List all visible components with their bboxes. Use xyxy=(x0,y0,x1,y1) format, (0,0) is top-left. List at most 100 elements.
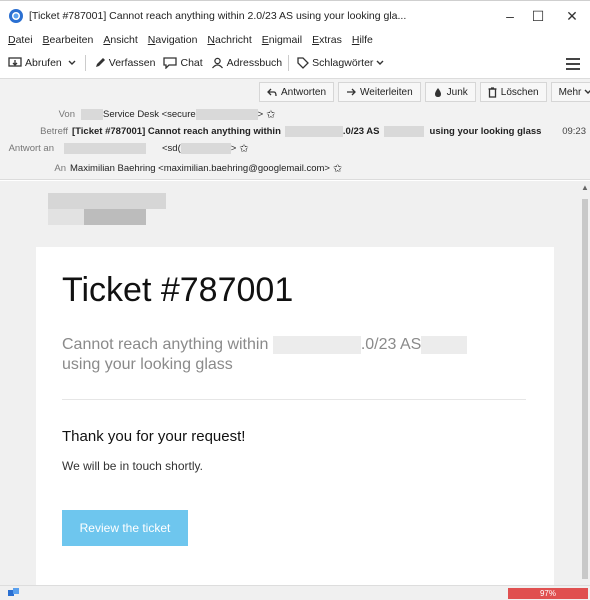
chat-icon xyxy=(163,57,178,69)
from-row: Von Service Desk <secure > ✩ xyxy=(0,107,275,121)
menu-bearbeiten[interactable]: Bearbeiten xyxy=(43,34,94,46)
replyto-value[interactable]: <sd( xyxy=(162,143,181,154)
from-label: Von xyxy=(58,108,75,120)
email-card: Ticket #787001 Cannot reach anything wit… xyxy=(36,247,554,585)
connection-icon xyxy=(8,588,19,596)
divider xyxy=(62,399,526,400)
to-row: An Maximilian Baehring <maximilian.baehr… xyxy=(0,161,342,175)
main-toolbar: Abrufen Verfassen Chat Adressbuch Schlag… xyxy=(0,52,590,74)
ticket-subject: Cannot reach anything within .0/23 AS us… xyxy=(62,335,522,375)
reply-label: Antworten xyxy=(281,86,327,98)
menu-datei[interactable]: Datei xyxy=(8,34,33,46)
ticket-title: Ticket #787001 xyxy=(62,271,294,309)
menu-extras[interactable]: Extras xyxy=(312,34,342,46)
chevron-down-icon xyxy=(376,60,384,65)
trash-icon xyxy=(488,86,497,98)
redacted-text xyxy=(272,335,361,354)
thanks-heading: Thank you for your request! xyxy=(62,428,246,445)
to-value[interactable]: Maximilian Baehring <maximilian.baehring… xyxy=(70,163,330,174)
app-menu-button[interactable] xyxy=(566,55,580,73)
redacted-text xyxy=(421,335,468,354)
toolbar-divider xyxy=(84,55,86,71)
redacted-text xyxy=(81,108,103,120)
pencil-icon xyxy=(95,58,105,67)
logo-part xyxy=(84,209,146,225)
download-icon xyxy=(8,57,22,67)
message-actions: Antworten Weiterleiten Junk Löschen Mehr xyxy=(255,82,590,102)
abrufen-dropdown[interactable] xyxy=(68,60,79,66)
subject-text-3: using your looking glass xyxy=(429,125,542,137)
review-ticket-button[interactable]: Review the ticket xyxy=(62,510,188,546)
verfassen-button[interactable]: Verfassen xyxy=(94,57,156,69)
replyto-label: Antwort an xyxy=(8,142,54,154)
subject-text: [Ticket #787001] Cannot reach anything w… xyxy=(72,125,281,137)
star-icon[interactable]: ✩ xyxy=(266,108,275,121)
hamburger-line xyxy=(566,68,580,70)
toolbar-divider xyxy=(288,55,290,71)
subject-part: .0/23 AS xyxy=(360,336,422,353)
chat-label: Chat xyxy=(180,57,203,69)
redacted-text xyxy=(284,125,343,137)
thunderbird-icon xyxy=(9,8,23,23)
menu-nachricht[interactable]: Nachricht xyxy=(207,34,251,46)
abrufen-label: Abrufen xyxy=(25,57,62,69)
logo-part xyxy=(48,193,166,209)
redacted-text xyxy=(383,125,424,137)
schlagwoerter-button[interactable]: Schlagwörter xyxy=(297,57,387,69)
message-header: Antworten Weiterleiten Junk Löschen Mehr… xyxy=(0,78,590,180)
menu-ansicht[interactable]: Ansicht xyxy=(103,34,137,46)
subject-row: Betreff [Ticket #787001] Cannot reach an… xyxy=(0,124,590,138)
subject-part: using your looking glass xyxy=(62,356,233,373)
to-label: An xyxy=(54,162,66,174)
window-title: [Ticket #787001] Cannot reach anything w… xyxy=(29,9,407,22)
reply-button[interactable]: Antworten xyxy=(259,82,335,102)
subject-part: Cannot reach anything within xyxy=(62,336,269,353)
scroll-up-icon[interactable]: ▲ xyxy=(581,183,589,192)
adressbuch-label: Adressbuch xyxy=(226,57,283,69)
junk-icon xyxy=(434,87,441,97)
verfassen-label: Verfassen xyxy=(108,57,156,69)
schlagwoerter-label: Schlagwörter xyxy=(312,57,374,69)
forward-button[interactable]: Weiterleiten xyxy=(338,82,421,102)
status-bar: 97% xyxy=(0,585,590,600)
close-button[interactable]: ✕ xyxy=(554,1,590,31)
scroll-thumb[interactable] xyxy=(582,199,588,579)
chevron-down-icon xyxy=(584,89,590,94)
maximize-button[interactable]: ☐ xyxy=(520,1,556,31)
from-value[interactable]: Service Desk <secure xyxy=(103,109,196,120)
progress-bar: 97% xyxy=(508,588,588,599)
chevron-down-icon xyxy=(68,60,76,65)
tag-icon xyxy=(297,57,310,69)
more-label: Mehr xyxy=(558,86,582,98)
menu-bar: Datei Bearbeiten Ansicht Navigation Nach… xyxy=(0,30,590,50)
replyto-value-end: > xyxy=(230,142,237,154)
hamburger-line xyxy=(566,63,580,65)
contacts-icon xyxy=(211,57,223,69)
reply-icon xyxy=(267,88,277,96)
replyto-row: Antwort an <sd( > ✩ xyxy=(0,141,249,155)
adressbuch-button[interactable]: Adressbuch xyxy=(211,57,282,69)
delete-button[interactable]: Löschen xyxy=(479,82,547,102)
redacted-text xyxy=(195,108,258,120)
vertical-scrollbar[interactable]: ▲ xyxy=(580,181,590,585)
star-icon[interactable]: ✩ xyxy=(239,142,248,155)
window-titlebar: [Ticket #787001] Cannot reach anything w… xyxy=(0,0,590,30)
abrufen-button[interactable]: Abrufen xyxy=(8,57,62,69)
chat-button[interactable]: Chat xyxy=(163,57,203,69)
hamburger-line xyxy=(566,58,580,60)
logo-part xyxy=(48,209,84,225)
redacted-text xyxy=(180,142,231,154)
menu-enigmail[interactable]: Enigmail xyxy=(262,34,302,46)
junk-button[interactable]: Junk xyxy=(424,82,476,102)
subject-label: Betreff xyxy=(40,125,68,137)
star-icon[interactable]: ✩ xyxy=(333,162,342,175)
subject-text-2: .0/23 AS xyxy=(342,125,380,137)
redacted-text xyxy=(64,142,146,154)
more-button[interactable]: Mehr xyxy=(550,82,590,102)
message-body: Ticket #787001 Cannot reach anything wit… xyxy=(0,181,580,585)
menu-hilfe[interactable]: Hilfe xyxy=(352,34,373,46)
menu-navigation[interactable]: Navigation xyxy=(148,34,198,46)
from-value-end: > xyxy=(257,108,264,120)
forward-icon xyxy=(347,88,356,95)
forward-label: Weiterleiten xyxy=(360,86,413,98)
